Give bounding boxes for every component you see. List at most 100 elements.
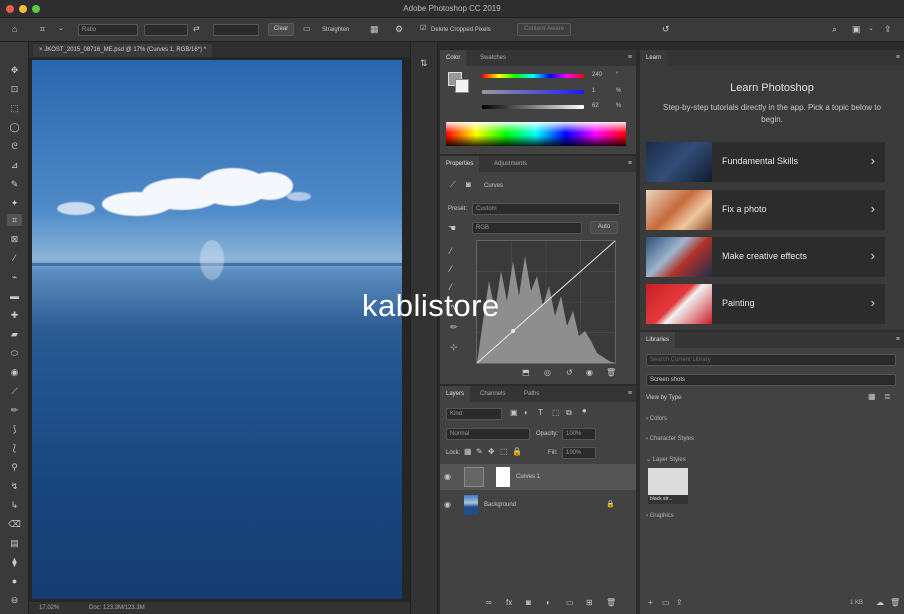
document-canvas[interactable] (29, 57, 410, 602)
section-graphics[interactable]: › Graphics (646, 513, 674, 519)
undo-icon[interactable]: ↺ (662, 24, 670, 34)
channel-select[interactable]: RGB (472, 222, 582, 234)
ratio-select[interactable]: Ratio (78, 24, 138, 36)
red-eye-icon[interactable]: ◉ (7, 366, 22, 378)
clip-to-layer-icon[interactable]: ⬒ (522, 368, 530, 378)
chevron-down-icon[interactable]: ⌄ (868, 24, 874, 34)
filter-adjustment-icon[interactable]: ◐ (524, 408, 529, 418)
clear-button[interactable]: Clear (268, 23, 294, 36)
brush-tool-icon[interactable]: ⟋ (7, 385, 22, 397)
color-replacement-icon[interactable]: ⟆ (7, 423, 22, 435)
ruler-tool-icon[interactable]: ▬ (7, 290, 22, 302)
home-icon[interactable]: ⌂ (12, 24, 17, 34)
tab-adjustments[interactable]: Adjustments (488, 156, 533, 172)
trash-icon[interactable]: 🗑 (606, 368, 616, 378)
history-brush-icon[interactable]: ↯ (7, 480, 22, 492)
tab-channels[interactable]: Channels (474, 386, 511, 402)
new-layer-icon[interactable]: ⊞ (586, 598, 593, 608)
view-previous-icon[interactable]: ◎ (544, 368, 551, 378)
filter-kind-select[interactable]: Kind (446, 408, 502, 420)
add-mask-icon[interactable]: ◙ (526, 598, 531, 608)
black-point-eyedropper-icon[interactable]: ⁄ (450, 246, 452, 256)
zoom-level[interactable]: 17.02% (39, 605, 59, 611)
layer-style-thumbnail[interactable]: black str... (648, 468, 688, 504)
trash-icon[interactable]: 🗑 (890, 598, 900, 608)
filter-pixel-icon[interactable]: ▣ (510, 408, 518, 418)
tab-swatches[interactable]: Swatches (474, 50, 512, 66)
swap-icon[interactable]: ⇄ (193, 24, 200, 34)
healing-brush-icon[interactable]: ▰ (7, 328, 22, 340)
add-element-icon[interactable]: + (648, 598, 653, 608)
lock-artboard-icon[interactable]: ⬚ (500, 447, 508, 457)
magic-wand-icon[interactable]: ✦ (7, 197, 22, 209)
panel-menu-icon[interactable]: ≡ (896, 335, 900, 345)
filter-smart-object-icon[interactable]: ⧉ (566, 408, 572, 418)
gray-point-eyedropper-icon[interactable]: ⁄ (450, 264, 452, 274)
grid-view-icon[interactable]: ▦ (868, 392, 876, 402)
close-icon[interactable]: × (39, 47, 43, 53)
target-adjust-icon[interactable]: ☚ (448, 223, 456, 233)
background-color-swatch[interactable] (455, 79, 469, 93)
brightness-value[interactable]: 62 (592, 103, 599, 109)
tab-libraries[interactable]: Libraries (640, 332, 676, 348)
lock-all-icon[interactable]: 🔒 (512, 447, 522, 457)
layer-name[interactable]: Background (484, 502, 516, 508)
section-colors[interactable]: › Colors (646, 416, 667, 422)
layer-style-icon[interactable]: fx (506, 598, 512, 608)
mixer-brush-icon[interactable]: ⟅ (7, 442, 22, 454)
cloud-icon[interactable]: ☁ (876, 598, 884, 608)
lock-transparent-icon[interactable]: ▦ (464, 447, 472, 457)
card-make-creative-effects[interactable]: Make creative effects › (646, 237, 885, 277)
tab-color[interactable]: Color (440, 50, 467, 66)
width-field[interactable] (144, 24, 188, 36)
elliptical-marquee-icon[interactable]: ◯ (7, 121, 22, 133)
card-fundamental-skills[interactable]: Fundamental Skills › (646, 142, 885, 182)
tab-learn[interactable]: Learn (640, 50, 668, 66)
trash-icon[interactable]: 🗑 (606, 598, 616, 608)
card-painting[interactable]: Painting › (646, 284, 885, 324)
overlay-grid-icon[interactable]: ▦ (370, 24, 379, 34)
preset-select[interactable]: Custom (472, 203, 620, 215)
view-by-select[interactable]: View by Type (646, 395, 681, 401)
library-search-input[interactable]: Search Current Library (646, 354, 896, 366)
fill-field[interactable]: 100% (562, 447, 596, 459)
height-field[interactable] (213, 24, 259, 36)
opacity-field[interactable]: 100% (562, 428, 596, 440)
content-aware-checkbox[interactable]: Content-Aware (517, 23, 571, 36)
auto-button[interactable]: Auto (590, 221, 618, 234)
layer-row-background[interactable]: ◉ Background 🔒 (440, 492, 636, 518)
spot-healing-icon[interactable]: ✚ (7, 309, 22, 321)
eyedropper-icon[interactable]: ⁄ (7, 252, 22, 264)
blend-mode-select[interactable]: Normal (446, 428, 530, 440)
tab-paths[interactable]: Paths (518, 386, 545, 402)
smooth-curve-icon[interactable]: ⊹ (450, 342, 458, 352)
upload-icon[interactable]: ⇪ (676, 598, 683, 608)
panel-menu-icon[interactable]: ≡ (628, 53, 632, 63)
polygonal-lasso-icon[interactable]: ⊿ (7, 159, 22, 171)
lock-position-icon[interactable]: ✥ (488, 447, 495, 457)
library-select[interactable]: Screen shots (646, 374, 896, 386)
section-layer-styles[interactable]: ⌄ Layer Styles (646, 456, 686, 463)
lasso-tool-icon[interactable]: ᘓ (7, 140, 22, 152)
eye-icon[interactable]: ◉ (444, 500, 451, 510)
patch-tool-icon[interactable]: ⬭ (7, 347, 22, 359)
link-layers-icon[interactable]: ∞ (486, 598, 492, 608)
crop-tool-preset-icon[interactable]: ⌗ (40, 24, 45, 34)
gear-icon[interactable]: ⚙ (395, 24, 403, 34)
saturation-slider[interactable] (482, 90, 584, 94)
crop-tool-icon[interactable]: ⌗ (7, 214, 22, 226)
filter-toggle-icon[interactable]: ● (582, 406, 587, 416)
section-character-styles[interactable]: › Character Styles (646, 436, 694, 442)
art-history-brush-icon[interactable]: ↳ (7, 499, 22, 511)
pencil-tool-icon[interactable]: ✏ (7, 404, 22, 416)
marquee-tool-icon[interactable]: ⬚ (7, 102, 22, 114)
tab-layers[interactable]: Layers (440, 386, 471, 402)
hue-value[interactable]: 240 (592, 72, 602, 78)
history-panel-icon[interactable]: ⇅ (420, 58, 428, 68)
lock-image-icon[interactable]: ✎ (476, 447, 483, 457)
reset-icon[interactable]: ↺ (566, 368, 573, 378)
artboard-tool-icon[interactable]: ⊡ (7, 83, 22, 95)
hue-slider[interactable] (482, 74, 584, 78)
chevron-down-icon[interactable]: ⌄ (58, 24, 64, 34)
filter-shape-icon[interactable]: ⬚ (552, 408, 560, 418)
